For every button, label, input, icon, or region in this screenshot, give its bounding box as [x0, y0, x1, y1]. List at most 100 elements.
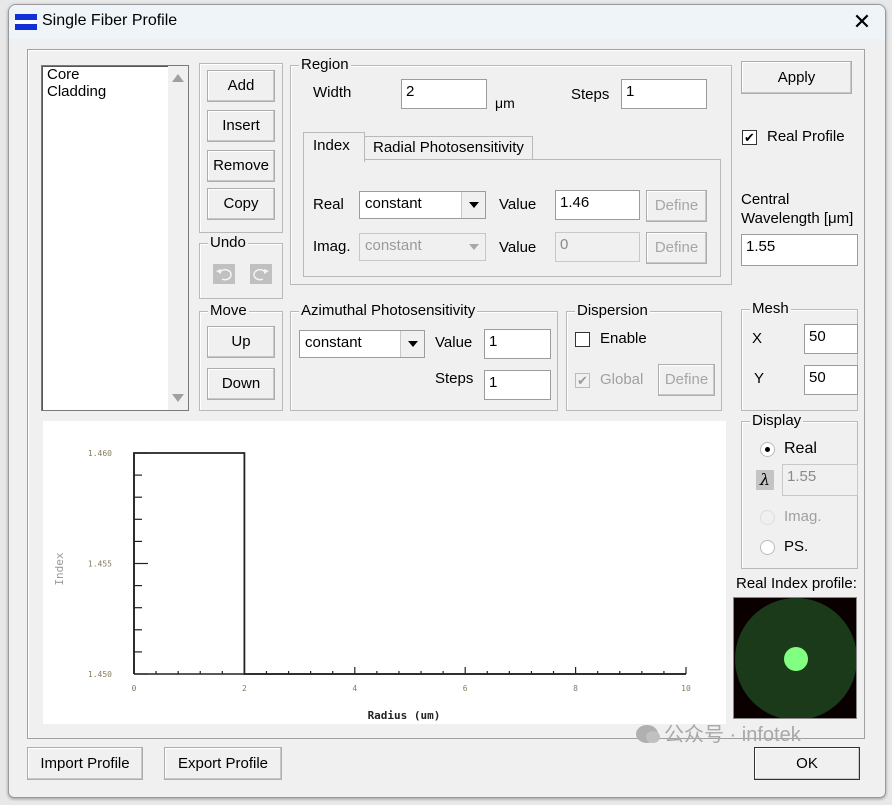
display-real-radio[interactable]	[760, 442, 775, 457]
region-steps-input[interactable]: 1	[621, 79, 707, 109]
steps-label: Steps	[571, 86, 610, 103]
export-profile-button[interactable]: Export Profile	[164, 747, 282, 780]
scroll-up-arrow-icon[interactable]	[172, 74, 184, 82]
real-index-profile-label: Real Index profile:	[736, 575, 857, 592]
scroll-down-arrow-icon[interactable]	[172, 394, 184, 402]
chevron-down-icon[interactable]	[400, 331, 424, 357]
index-profile-line	[133, 452, 686, 675]
y-tick-label: 1.460	[88, 449, 112, 458]
mesh-group-label: Mesh	[750, 300, 791, 318]
move-down-button[interactable]: Down	[207, 368, 275, 400]
global-dispersion-label: Global	[600, 371, 644, 388]
mesh-x-input[interactable]: 50	[804, 324, 858, 354]
move-group-label: Move	[208, 302, 249, 320]
chevron-down-icon[interactable]	[461, 192, 485, 218]
central-wavelength-label: Central	[741, 191, 790, 208]
title-bar: Single Fiber Profile ✕	[9, 5, 885, 39]
dispersion-group: Dispersion Enable ✔ Global Define	[566, 302, 722, 411]
real-profile-checkbox[interactable]: ✔	[742, 130, 757, 145]
real-index-profile-preview	[733, 597, 857, 719]
real-mode-select[interactable]: constant	[359, 191, 486, 219]
close-icon[interactable]: ✕	[849, 9, 875, 35]
imag-value-input[interactable]: 0	[555, 232, 640, 262]
core-disc	[784, 647, 808, 671]
index-profile-chart-svg: 1.450 1.455 1.460 0 2 4 6 8 10 Index Radius (um)	[53, 449, 691, 722]
dispersion-define-button[interactable]: Define	[658, 364, 715, 396]
x-tick-label: 10	[681, 684, 691, 693]
display-group: Display Real λ 1.55 Imag. PS.	[741, 412, 858, 569]
wechat-icon	[636, 725, 660, 743]
real-mode-value: constant	[365, 195, 422, 212]
list-item-cladding[interactable]: Cladding	[42, 83, 188, 100]
enable-dispersion-label: Enable	[600, 330, 647, 347]
mesh-group: Mesh X 50 Y 50	[741, 300, 858, 411]
y-tick-label: 1.455	[88, 560, 112, 569]
width-unit-label: μm	[495, 95, 515, 111]
undo-group: Undo	[199, 234, 283, 299]
y-axis-label: Index	[53, 552, 66, 585]
dispersion-group-label: Dispersion	[575, 302, 650, 320]
x-tick-label: 8	[573, 684, 578, 693]
central-wavelength-input[interactable]: 1.55	[741, 234, 858, 266]
display-lambda-input[interactable]: 1.55	[782, 464, 858, 496]
real-profile-label: Real Profile	[767, 128, 845, 145]
mesh-y-input[interactable]: 50	[804, 365, 858, 395]
chevron-down-icon[interactable]	[462, 234, 485, 260]
azimuthal-steps-input[interactable]: 1	[484, 370, 551, 400]
dialog-client: Core Cladding Add Insert Remove Copy Und…	[9, 39, 885, 797]
real-label: Real	[313, 196, 344, 213]
insert-button[interactable]: Insert	[207, 110, 275, 142]
move-up-button[interactable]: Up	[207, 326, 275, 358]
central-wavelength-label-unit: Wavelength [μm]	[741, 210, 854, 227]
lambda-icon: λ	[756, 470, 774, 490]
x-axis-label: Radius (um)	[368, 709, 441, 722]
azimuthal-group: Azimuthal Photosensitivity constant Valu…	[290, 302, 558, 411]
region-group: Region Width 2 μm Steps 1 Index Radial P…	[290, 56, 732, 285]
ok-button[interactable]: OK	[754, 747, 860, 780]
redo-icon[interactable]	[250, 264, 272, 284]
imag-mode-value: constant	[365, 237, 422, 254]
azimuthal-steps-label: Steps	[435, 370, 474, 387]
x-tick-label: 4	[352, 684, 357, 693]
real-value-label: Value	[499, 196, 537, 213]
add-button[interactable]: Add	[207, 70, 275, 102]
azimuthal-mode-value: constant	[305, 334, 362, 351]
imag-define-button[interactable]: Define	[646, 232, 707, 264]
x-tick-label: 6	[463, 684, 468, 693]
imag-label: Imag.	[313, 238, 351, 255]
real-value-input[interactable]: 1.46	[555, 190, 640, 220]
width-input[interactable]: 2	[401, 79, 487, 109]
watermark-text: 公众号 · infotek	[664, 724, 801, 746]
apply-button[interactable]: Apply	[741, 61, 852, 94]
watermark: 公众号 · infotek	[636, 718, 801, 747]
width-label: Width	[313, 84, 352, 101]
tab-index[interactable]: Index	[303, 132, 365, 162]
index-profile-chart: 1.450 1.455 1.460 0 2 4 6 8 10 Index Radius (um)	[43, 421, 726, 724]
azimuthal-value-input[interactable]: 1	[484, 329, 551, 359]
imag-value-label: Value	[499, 239, 537, 256]
undo-group-label: Undo	[208, 234, 248, 252]
app-icon	[15, 14, 37, 30]
tab-radial-photosensitivity[interactable]: Radial Photosensitivity	[365, 136, 533, 160]
display-ps-radio[interactable]	[760, 540, 775, 555]
window-title: Single Fiber Profile	[42, 12, 178, 29]
layer-listbox[interactable]: Core Cladding	[41, 65, 189, 411]
imag-mode-select[interactable]: constant	[359, 233, 486, 261]
global-dispersion-checkbox[interactable]: ✔	[575, 373, 590, 388]
azimuthal-group-label: Azimuthal Photosensitivity	[299, 302, 478, 320]
display-imag-label: Imag.	[784, 508, 822, 525]
list-scrollbar[interactable]	[168, 66, 188, 410]
move-group: Move Up Down	[199, 302, 283, 411]
real-define-button[interactable]: Define	[646, 190, 707, 222]
list-item-core[interactable]: Core	[42, 66, 188, 83]
mesh-x-label: X	[752, 330, 763, 347]
display-group-label: Display	[750, 412, 804, 430]
copy-button[interactable]: Copy	[207, 188, 275, 220]
enable-dispersion-checkbox[interactable]	[575, 332, 590, 347]
undo-icon[interactable]	[213, 264, 235, 284]
import-profile-button[interactable]: Import Profile	[27, 747, 143, 780]
single-fiber-profile-window: Single Fiber Profile ✕ Core Cladding Add…	[8, 4, 886, 798]
azimuthal-mode-select[interactable]: constant	[299, 330, 425, 358]
remove-button[interactable]: Remove	[207, 150, 275, 182]
display-imag-radio[interactable]	[760, 510, 775, 525]
